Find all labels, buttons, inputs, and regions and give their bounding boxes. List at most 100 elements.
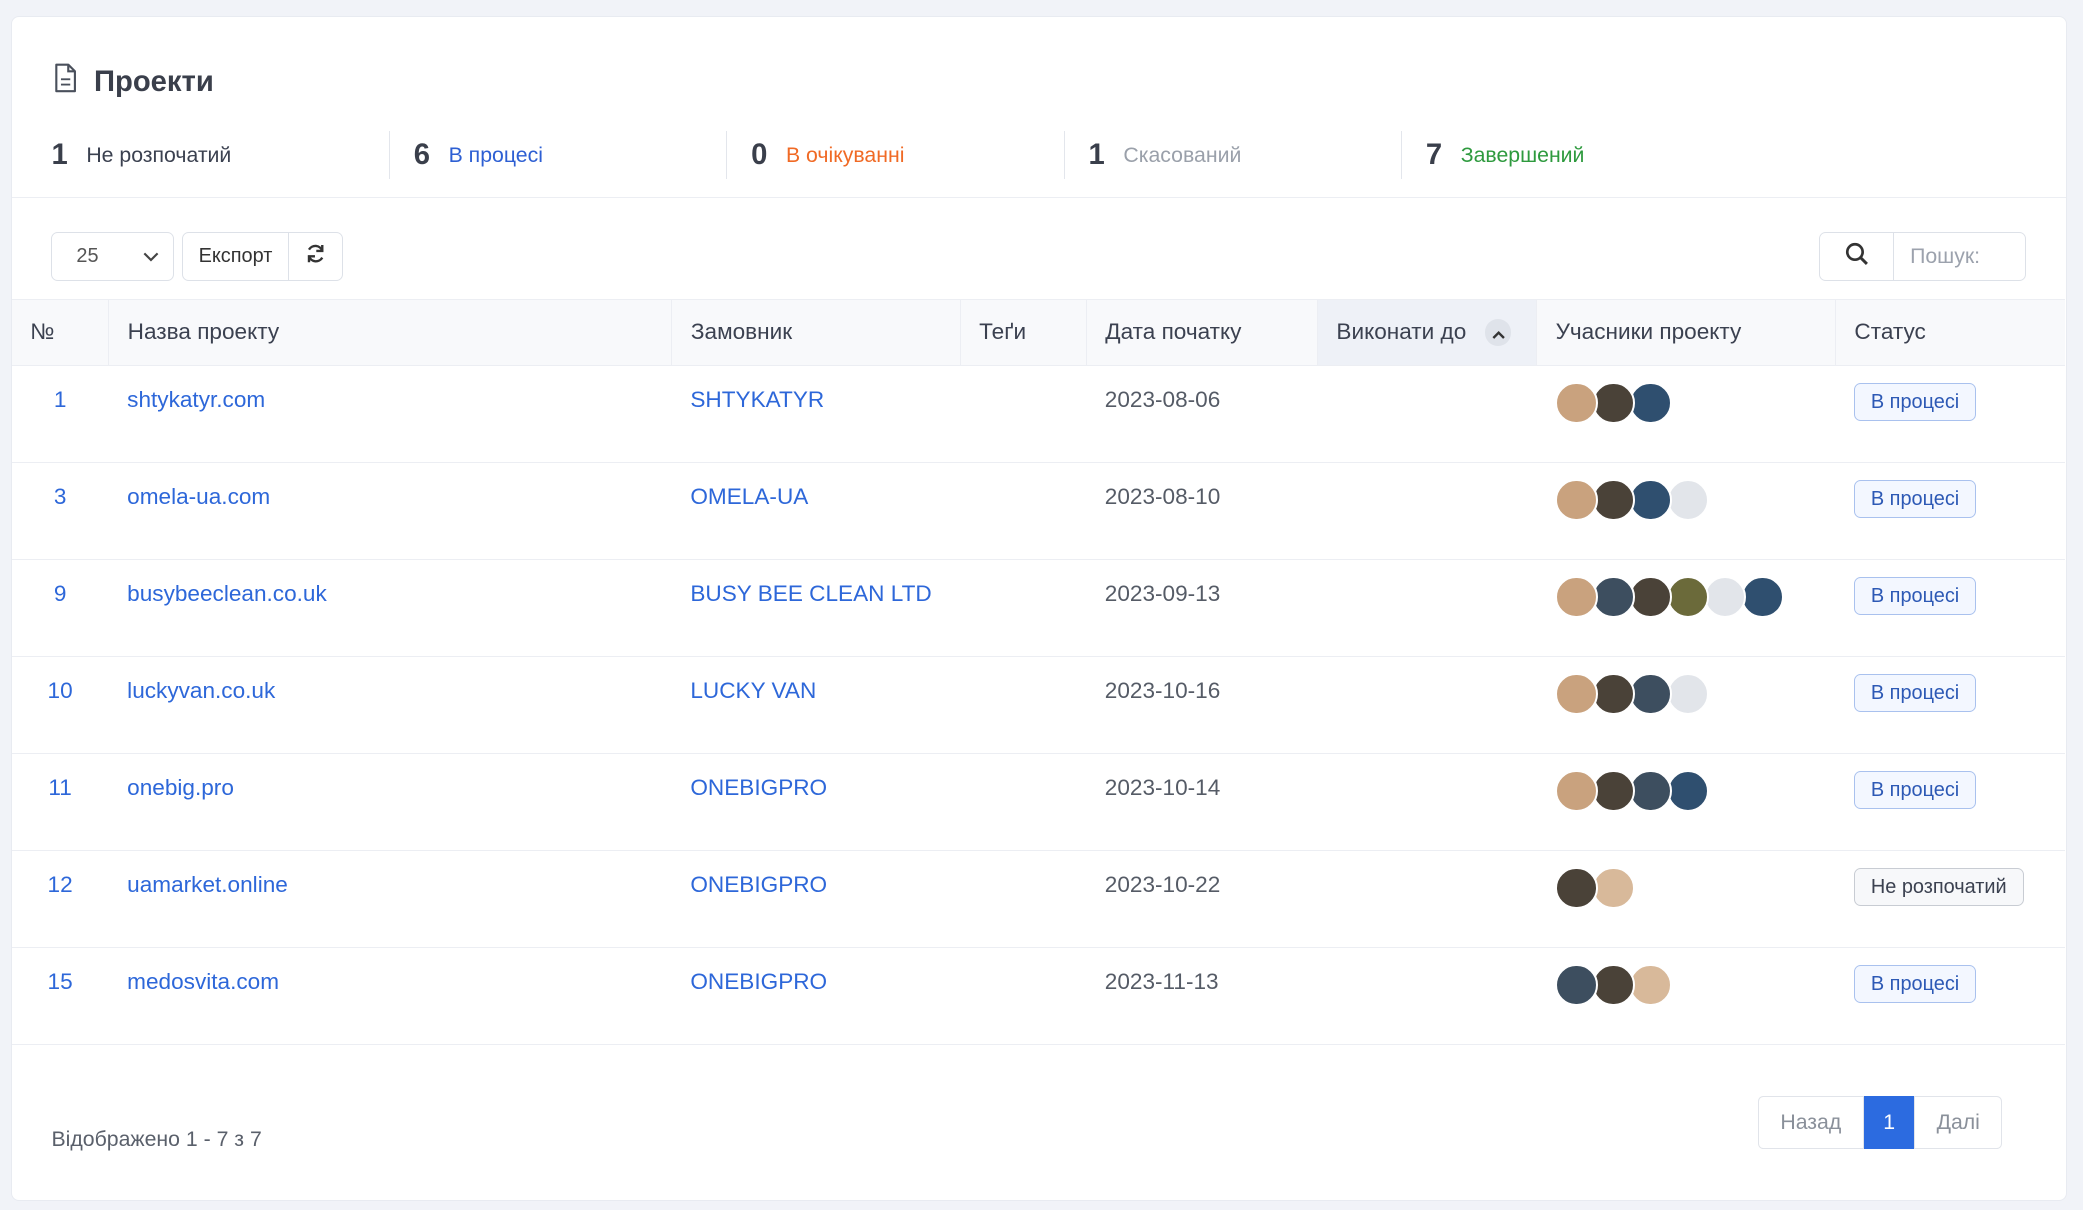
table-row[interactable]: 3 omela-ua.com OMELA-UA 2023-08-10 В процесі: [11, 462, 2066, 560]
stat-item[interactable]: 0 В очікуванні: [726, 131, 1063, 179]
column-header-start-date[interactable]: Дата початку: [1085, 298, 1318, 366]
tags-cell: [960, 365, 1087, 463]
sort-asc-icon[interactable]: [1484, 319, 1512, 346]
project-name-link[interactable]: omela-ua.com: [127, 484, 270, 509]
column-header-due-date-label: Виконати до: [1336, 318, 1467, 344]
stat-item[interactable]: 6 В процесі: [388, 131, 726, 179]
avatar[interactable]: [1555, 478, 1598, 522]
tags-cell: [960, 559, 1087, 657]
project-name-link[interactable]: onebig.pro: [127, 775, 234, 800]
pagination-next[interactable]: Далі: [1914, 1095, 2003, 1149]
project-number-link[interactable]: 3: [54, 484, 67, 509]
stat-item[interactable]: 1 Скасований: [1063, 131, 1401, 179]
avatar[interactable]: [1555, 769, 1598, 813]
avatar[interactable]: [1629, 963, 1672, 1007]
members-avatars: [1555, 575, 1835, 619]
column-header-client[interactable]: Замовник: [671, 298, 961, 366]
avatar[interactable]: [1629, 769, 1672, 813]
client-link[interactable]: ONEBIGPRO: [690, 969, 827, 994]
column-header-num[interactable]: №: [11, 298, 109, 366]
status-badge: В процесі: [1853, 480, 1977, 519]
due-date-cell: [1317, 559, 1537, 657]
search-input[interactable]: Пошук:: [1894, 233, 2025, 280]
stat-count: 6: [413, 138, 431, 171]
stat-label: В очікуванні: [785, 142, 905, 167]
avatar[interactable]: [1592, 963, 1635, 1007]
export-button[interactable]: Експорт: [183, 233, 290, 281]
avatar[interactable]: [1555, 866, 1598, 910]
avatar[interactable]: [1555, 963, 1598, 1007]
avatar[interactable]: [1741, 575, 1784, 619]
stat-item[interactable]: 7 Завершений: [1400, 131, 1738, 179]
column-header-members[interactable]: Учасники проекту: [1535, 298, 1836, 366]
tags-cell: [960, 656, 1087, 754]
avatar[interactable]: [1555, 575, 1598, 619]
avatar[interactable]: [1666, 672, 1710, 716]
project-number-link[interactable]: 15: [48, 969, 73, 994]
avatar[interactable]: [1666, 478, 1710, 522]
column-header-tags[interactable]: Теґи: [959, 298, 1087, 366]
refresh-button[interactable]: [289, 233, 342, 280]
projects-table: № Назва проекту Замовник Теґи Дата почат…: [11, 298, 2066, 1045]
search-box: Пошук:: [1818, 232, 2026, 282]
pagination-prev[interactable]: Назад: [1757, 1095, 1864, 1149]
start-date-cell: 2023-11-13: [1086, 947, 1318, 1045]
column-header-due-date[interactable]: Виконати до: [1316, 298, 1537, 366]
column-header-name[interactable]: Назва проекту: [108, 298, 672, 366]
project-number-link[interactable]: 12: [48, 872, 73, 897]
table-row[interactable]: 9 busybeeclean.co.uk BUSY BEE CLEAN LTD 202…: [11, 559, 2066, 657]
avatar[interactable]: [1666, 769, 1710, 813]
client-link[interactable]: ONEBIGPRO: [690, 775, 827, 800]
project-number-link[interactable]: 11: [48, 775, 71, 800]
avatar[interactable]: [1592, 769, 1635, 813]
members-avatars: [1555, 963, 1835, 1007]
start-date-cell: 2023-10-16: [1086, 656, 1318, 754]
table-row[interactable]: 10 luckyvan.co.uk LUCKY VAN 2023-10-16 В про…: [11, 656, 2066, 754]
table-row[interactable]: 11 onebig.pro ONEBIGPRO 2023-10-14 В процесі: [11, 753, 2066, 851]
stat-count: 1: [1088, 138, 1105, 171]
stat-label: Завершений: [1460, 142, 1585, 167]
stat-item[interactable]: 1 Не розпочатий: [51, 131, 388, 179]
client-link[interactable]: ONEBIGPRO: [690, 872, 827, 897]
avatar[interactable]: [1666, 575, 1710, 619]
project-name-link[interactable]: shtykatyr.com: [127, 387, 265, 412]
avatar[interactable]: [1592, 381, 1635, 425]
avatar[interactable]: [1703, 575, 1747, 619]
projects-header: Проекти 1 Не розпочатий 6 В процесі 0 В очіку…: [11, 17, 2066, 198]
client-link[interactable]: SHTYKATYR: [690, 387, 824, 412]
avatar[interactable]: [1555, 672, 1598, 716]
project-number-link[interactable]: 1: [54, 387, 67, 412]
client-link[interactable]: LUCKY VAN: [690, 678, 816, 703]
column-header-status[interactable]: Статус: [1834, 298, 2066, 366]
avatar[interactable]: [1629, 381, 1672, 425]
avatar[interactable]: [1629, 672, 1672, 716]
avatar[interactable]: [1592, 478, 1635, 522]
client-link[interactable]: BUSY BEE CLEAN LTD: [690, 581, 931, 606]
members-avatars: [1555, 769, 1835, 813]
table-row[interactable]: 12 uamarket.online ONEBIGPRO 2023-10-22 Не р…: [11, 850, 2066, 948]
stat-count: 7: [1425, 138, 1443, 171]
avatar[interactable]: [1555, 381, 1598, 425]
due-date-cell: [1317, 850, 1537, 948]
avatar[interactable]: [1629, 478, 1672, 522]
project-name-link[interactable]: medosvita.com: [127, 969, 279, 994]
page-size-select[interactable]: 25: [51, 232, 174, 282]
project-number-link[interactable]: 9: [54, 581, 67, 606]
table-row[interactable]: 15 medosvita.com ONEBIGPRO 2023-11-13 В проц…: [11, 947, 2066, 1045]
due-date-cell: [1317, 365, 1537, 463]
avatar[interactable]: [1629, 575, 1672, 619]
table-header-row: № Назва проекту Замовник Теґи Дата почат…: [11, 298, 2066, 366]
client-link[interactable]: OMELA-UA: [690, 484, 808, 509]
pagination-page-1[interactable]: 1: [1863, 1095, 1915, 1149]
avatar[interactable]: [1592, 575, 1635, 619]
avatar[interactable]: [1592, 866, 1635, 910]
project-name-link[interactable]: busybeeclean.co.uk: [127, 581, 327, 606]
project-name-link[interactable]: luckyvan.co.uk: [127, 678, 275, 703]
page-size-value: 25: [76, 245, 99, 268]
avatar[interactable]: [1592, 672, 1635, 716]
table-row[interactable]: 1 shtykatyr.com SHTYKATYR 2023-08-06 В проце…: [11, 365, 2066, 463]
project-number-link[interactable]: 10: [48, 678, 73, 703]
search-button[interactable]: [1820, 233, 1895, 281]
project-name-link[interactable]: uamarket.online: [127, 872, 288, 897]
tags-cell: [960, 850, 1087, 948]
